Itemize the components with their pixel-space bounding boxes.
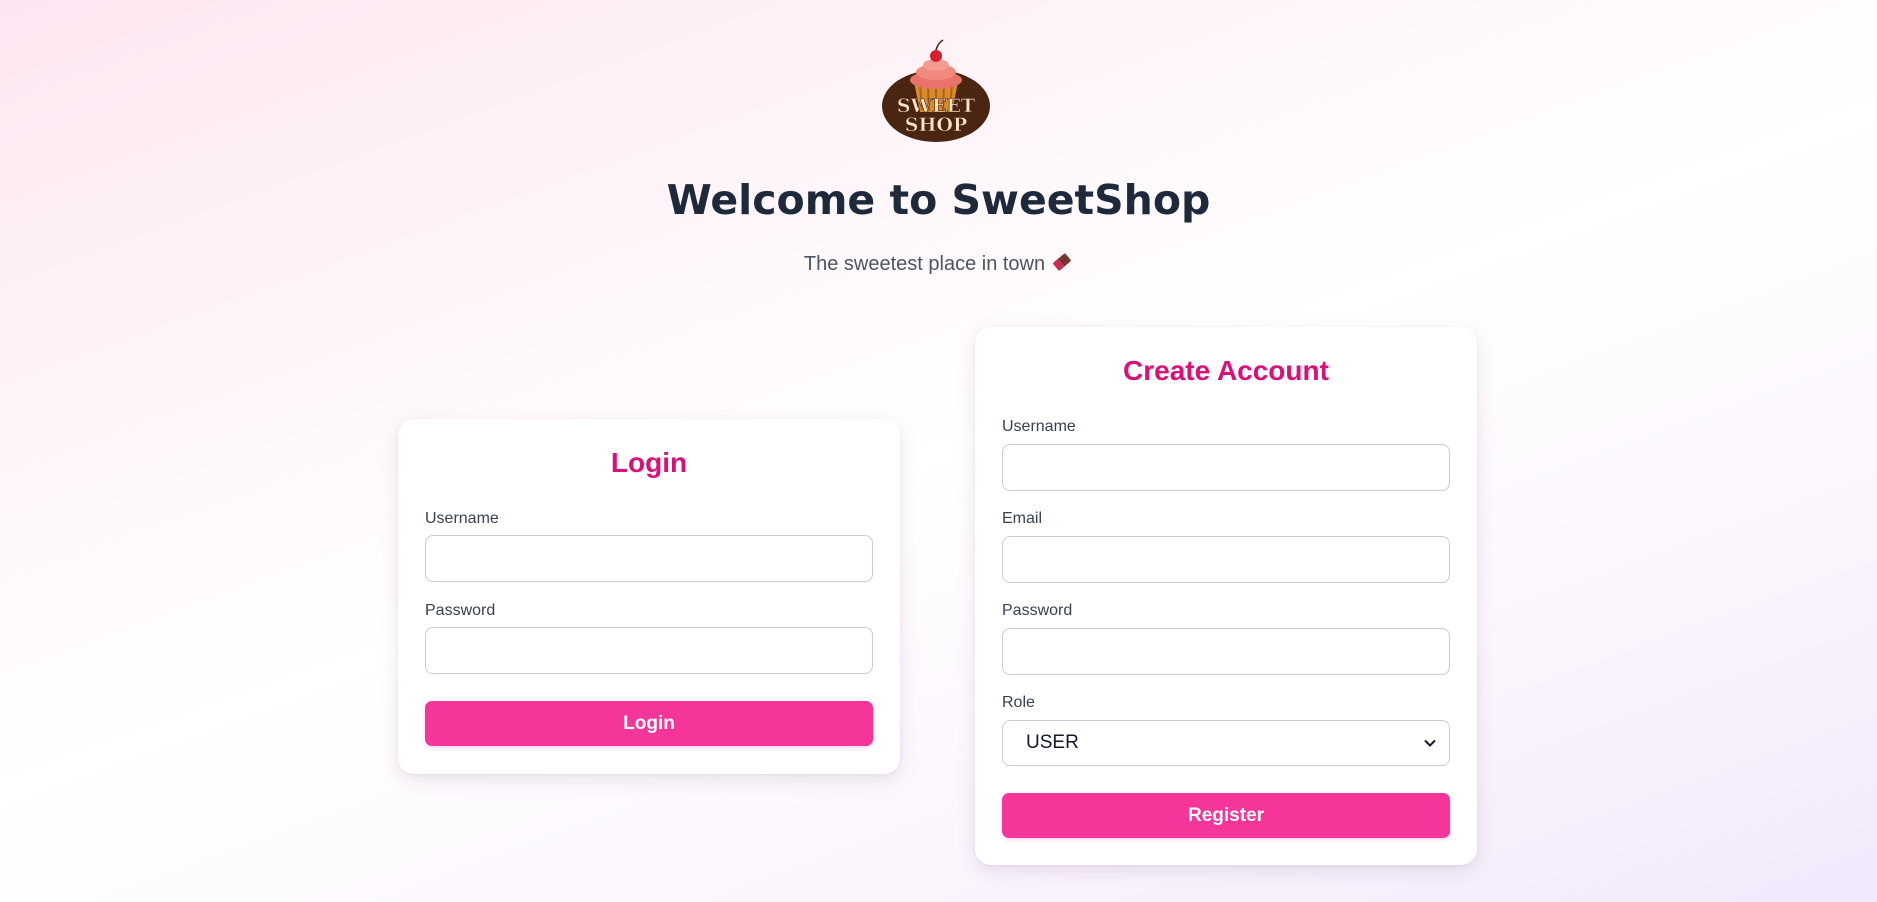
chocolate-bar-icon bbox=[1053, 253, 1071, 271]
login-button[interactable]: Login bbox=[425, 701, 873, 746]
chevron-down-icon bbox=[1424, 739, 1436, 747]
register-username-input[interactable] bbox=[1002, 444, 1450, 491]
login-username-input[interactable] bbox=[425, 535, 873, 582]
register-password-label: Password bbox=[1002, 602, 1073, 619]
register-heading: Create Account bbox=[1123, 355, 1329, 386]
login-heading: Login bbox=[610, 447, 688, 478]
login-password-label: Password bbox=[425, 602, 496, 619]
logo-text-line2: SHOP bbox=[905, 114, 968, 136]
login-password-input[interactable] bbox=[425, 627, 873, 674]
register-role-label: Role bbox=[1002, 694, 1035, 711]
role-select-value: USER bbox=[1026, 732, 1079, 753]
register-username-label: Username bbox=[1002, 418, 1076, 435]
register-email-label: Email bbox=[1002, 510, 1043, 527]
login-username-label: Username bbox=[425, 510, 499, 527]
sweetshop-logo: SWEET SHOP bbox=[882, 39, 990, 142]
register-card: Create Account Username Email Password R… bbox=[975, 327, 1477, 865]
page-subtitle: The sweetest place in town bbox=[0, 251, 1877, 276]
login-card: Login Username Password Login bbox=[398, 419, 900, 774]
role-select[interactable]: USER bbox=[1002, 720, 1450, 766]
register-password-input[interactable] bbox=[1002, 628, 1450, 675]
register-email-input[interactable] bbox=[1002, 536, 1450, 583]
register-button[interactable]: Register bbox=[1002, 793, 1450, 838]
subtitle-text: The sweetest place in town bbox=[803, 253, 1046, 275]
page-title: Welcome to SweetShop bbox=[666, 176, 1211, 224]
